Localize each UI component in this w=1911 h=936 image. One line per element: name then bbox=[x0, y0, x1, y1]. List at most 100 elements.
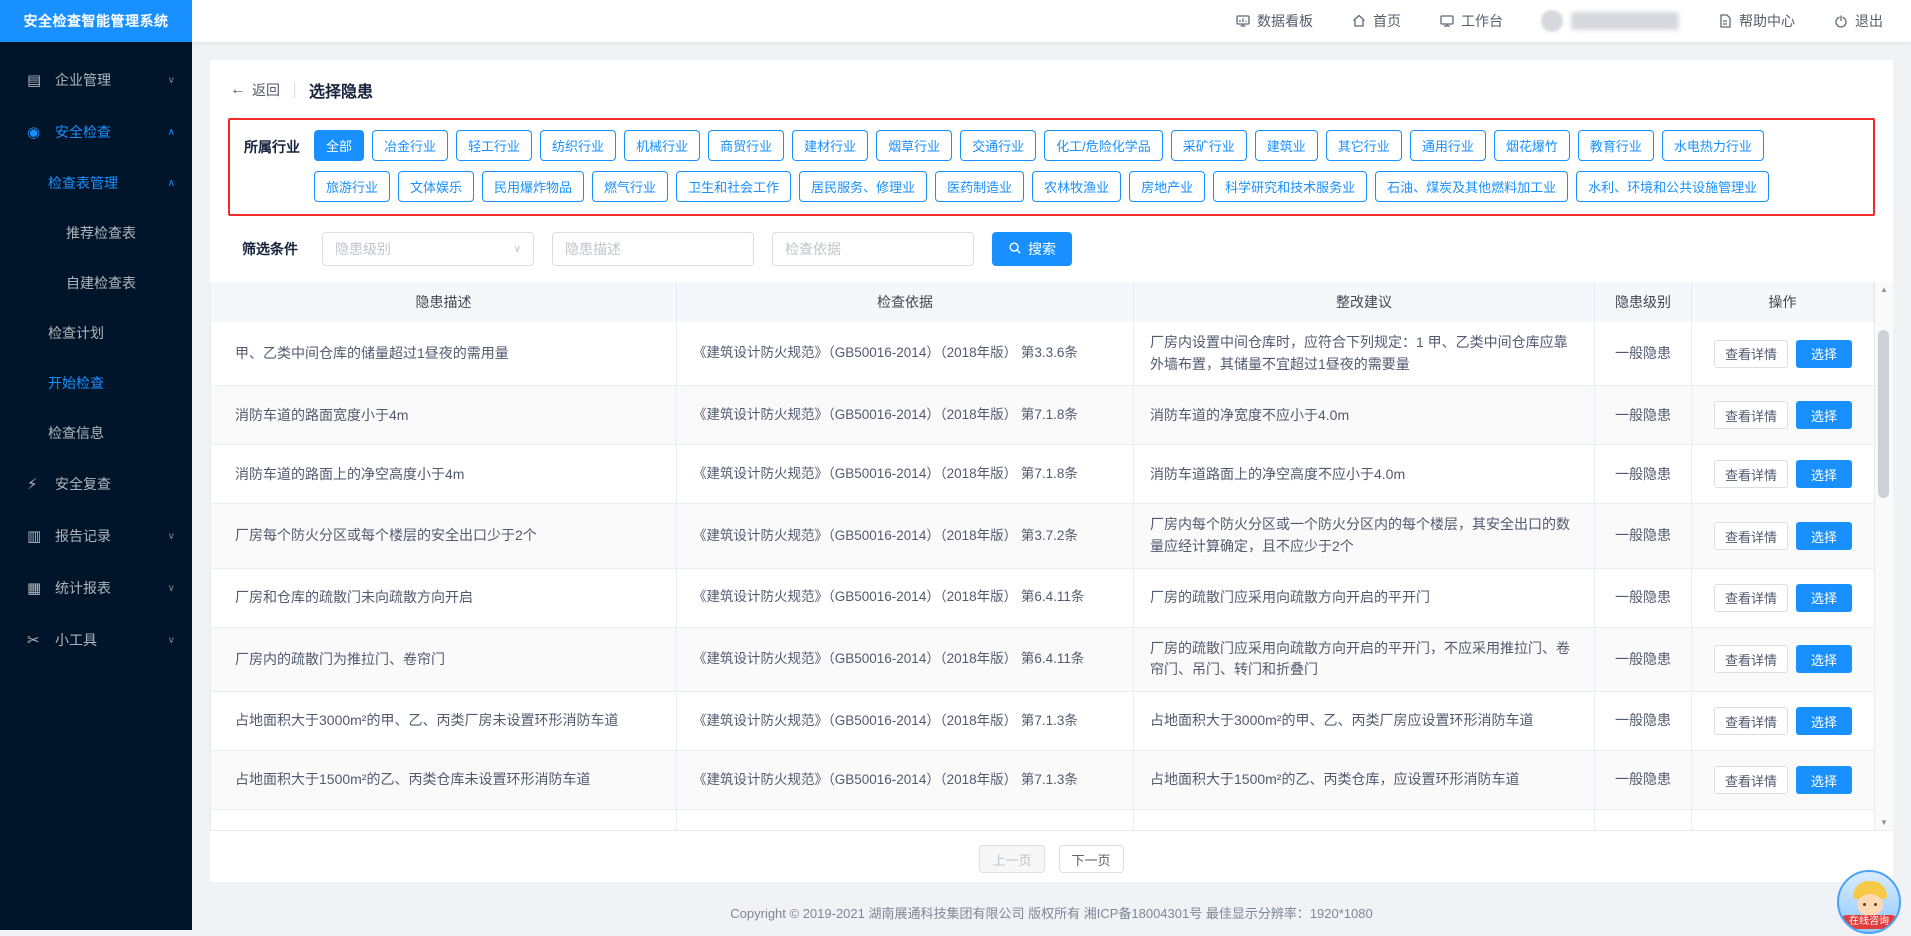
industry-button[interactable]: 旅游行业 bbox=[314, 171, 390, 202]
scroll-up-icon[interactable]: ▲ bbox=[1875, 285, 1893, 294]
industry-button[interactable]: 民用爆炸物品 bbox=[482, 171, 584, 202]
industry-button[interactable]: 交通行业 bbox=[960, 130, 1036, 161]
industry-button[interactable]: 化工/危险化学品 bbox=[1044, 130, 1163, 161]
cell-hazard-description: 厂房和仓库的疏散门未向疏散方向开启 bbox=[211, 569, 677, 627]
industry-button[interactable]: 全部 bbox=[314, 130, 364, 161]
select-button[interactable]: 选择 bbox=[1796, 522, 1852, 550]
industry-button[interactable]: 商贸行业 bbox=[708, 130, 784, 161]
industry-button[interactable]: 科学研究和技术服务业 bbox=[1213, 171, 1367, 202]
chevron-down-icon: ∨ bbox=[168, 635, 175, 646]
view-detail-button[interactable]: 查看详情 bbox=[1714, 460, 1788, 488]
dashboard-icon bbox=[1235, 13, 1251, 29]
cell-inspection-basis: 《建筑设计防火规范》（GB50016-2014）（2018年版） 第7.1.8条 bbox=[677, 386, 1134, 444]
help-center-link[interactable]: 帮助中心 bbox=[1717, 11, 1795, 31]
view-detail-button[interactable]: 查看详情 bbox=[1714, 340, 1788, 368]
industry-button[interactable]: 烟草行业 bbox=[876, 130, 952, 161]
view-detail-button[interactable]: 查看详情 bbox=[1714, 707, 1788, 735]
sidebar-item[interactable]: ▥报告记录∨ bbox=[0, 510, 192, 562]
industry-button[interactable]: 纺织行业 bbox=[540, 130, 616, 161]
user-name-redacted bbox=[1571, 12, 1679, 30]
inspection-basis-input[interactable] bbox=[772, 232, 974, 266]
select-button[interactable]: 选择 bbox=[1796, 766, 1852, 794]
scrollbar-handle[interactable] bbox=[1878, 330, 1889, 498]
sidebar-menu: ▤企业管理∨◉安全检查∧检查表管理∧推荐检查表自建检查表检查计划开始检查检查信息… bbox=[0, 54, 192, 666]
logout-link[interactable]: 退出 bbox=[1833, 11, 1883, 31]
industry-button[interactable]: 其它行业 bbox=[1326, 130, 1402, 161]
select-button[interactable]: 选择 bbox=[1796, 645, 1852, 673]
industry-button[interactable]: 通用行业 bbox=[1410, 130, 1486, 161]
select-button[interactable]: 选择 bbox=[1796, 707, 1852, 735]
industry-button[interactable]: 医药制造业 bbox=[935, 171, 1024, 202]
table-scrollbar[interactable]: ▲ ▼ bbox=[1874, 282, 1893, 830]
sidebar-item[interactable]: ⚡安全复查 bbox=[0, 458, 192, 510]
chevron-down-icon: ∨ bbox=[168, 75, 175, 86]
sidebar-item[interactable]: 开始检查 bbox=[0, 358, 192, 408]
select-button[interactable]: 选择 bbox=[1796, 584, 1852, 612]
industry-button[interactable]: 冶金行业 bbox=[372, 130, 448, 161]
cell-inspection-basis: 《建筑设计防火规范》（GB50016-2014）（2018年版） 第7.1.8条 bbox=[677, 445, 1134, 503]
select-button[interactable]: 选择 bbox=[1796, 401, 1852, 429]
back-button[interactable]: ← 返回 bbox=[230, 80, 280, 100]
online-support-widget[interactable]: 在线咨询 bbox=[1837, 870, 1903, 936]
hazard-level-select[interactable]: 隐患级别 ∨ bbox=[322, 232, 534, 266]
view-detail-button[interactable]: 查看详情 bbox=[1714, 522, 1788, 550]
view-detail-button[interactable]: 查看详情 bbox=[1714, 401, 1788, 429]
industry-button[interactable]: 建材行业 bbox=[792, 130, 868, 161]
industry-button[interactable]: 房地产业 bbox=[1129, 171, 1205, 202]
select-button[interactable]: 选择 bbox=[1796, 460, 1852, 488]
cell-hazard-level: 一般隐患 bbox=[1595, 692, 1692, 750]
app-logo: 安全检查智能管理系统 bbox=[0, 0, 192, 42]
filter-conditions-label: 筛选条件 bbox=[242, 239, 298, 259]
industry-button[interactable]: 烟花爆竹 bbox=[1494, 130, 1570, 161]
industry-button[interactable]: 教育行业 bbox=[1578, 130, 1654, 161]
industry-button[interactable]: 居民服务、修理业 bbox=[799, 171, 927, 202]
sidebar-item[interactable]: 检查信息 bbox=[0, 408, 192, 458]
inspection-icon: ◉ bbox=[27, 123, 48, 141]
industry-button[interactable]: 机械行业 bbox=[624, 130, 700, 161]
industry-button[interactable]: 卫生和社会工作 bbox=[676, 171, 791, 202]
prev-page-button[interactable]: 上一页 bbox=[979, 845, 1044, 873]
view-detail-button[interactable]: 查看详情 bbox=[1714, 645, 1788, 673]
breadcrumb-divider bbox=[294, 82, 295, 98]
industry-button[interactable]: 燃气行业 bbox=[592, 171, 668, 202]
industry-button[interactable]: 石油、煤炭及其他燃料加工业 bbox=[1375, 171, 1568, 202]
sidebar-item[interactable]: ▤企业管理∨ bbox=[0, 54, 192, 106]
cell-actions: 查看详情选择 bbox=[1692, 322, 1874, 385]
sidebar-item[interactable]: ▦统计报表∨ bbox=[0, 562, 192, 614]
industry-button[interactable]: 文体娱乐 bbox=[398, 171, 474, 202]
sidebar-item[interactable]: 检查计划 bbox=[0, 308, 192, 358]
industry-button[interactable]: 水电热力行业 bbox=[1662, 130, 1764, 161]
scroll-down-icon[interactable]: ▼ bbox=[1875, 818, 1893, 827]
search-button[interactable]: 搜索 bbox=[992, 232, 1072, 266]
logout-icon bbox=[1833, 13, 1849, 29]
industry-filter-label: 所属行业 bbox=[244, 137, 300, 157]
sidebar-item[interactable]: 检查表管理∧ bbox=[0, 158, 192, 208]
industry-button[interactable]: 建筑业 bbox=[1255, 130, 1318, 161]
data-dashboard-link[interactable]: 数据看板 bbox=[1235, 11, 1313, 31]
sidebar-item-label: 统计报表 bbox=[55, 578, 111, 598]
cell-hazard-description: 厂房每个防火分区或每个楼层的安全出口少于2个 bbox=[211, 504, 677, 567]
select-button[interactable]: 选择 bbox=[1796, 340, 1852, 368]
search-button-label: 搜索 bbox=[1028, 239, 1056, 259]
industry-button[interactable]: 采矿行业 bbox=[1171, 130, 1247, 161]
table-empty-row bbox=[211, 809, 1874, 830]
user-area[interactable] bbox=[1541, 10, 1679, 32]
view-detail-button[interactable]: 查看详情 bbox=[1714, 766, 1788, 794]
industry-row-1: 全部冶金行业轻工行业纺织行业机械行业商贸行业建材行业烟草行业交通行业化工/危险化… bbox=[314, 130, 1769, 161]
workbench-link[interactable]: 工作台 bbox=[1439, 11, 1503, 31]
sidebar-item[interactable]: 推荐检查表 bbox=[0, 208, 192, 258]
next-page-button[interactable]: 下一页 bbox=[1059, 845, 1124, 873]
table-row: 消防车道的路面上的净空高度小于4m《建筑设计防火规范》（GB50016-2014… bbox=[211, 444, 1874, 503]
hazard-description-input[interactable] bbox=[552, 232, 754, 266]
view-detail-button[interactable]: 查看详情 bbox=[1714, 584, 1788, 612]
industry-filter-annotation-box: 所属行业 全部冶金行业轻工行业纺织行业机械行业商贸行业建材行业烟草行业交通行业化… bbox=[228, 118, 1875, 216]
industry-button[interactable]: 农林牧渔业 bbox=[1032, 171, 1121, 202]
sidebar-item[interactable]: ◉安全检查∧ bbox=[0, 106, 192, 158]
industry-button[interactable]: 轻工行业 bbox=[456, 130, 532, 161]
sidebar-item-label: 报告记录 bbox=[55, 526, 111, 546]
home-link[interactable]: 首页 bbox=[1351, 11, 1401, 31]
sidebar-item[interactable]: 自建检查表 bbox=[0, 258, 192, 308]
sidebar-item[interactable]: ✂小工具∨ bbox=[0, 614, 192, 666]
table-row: 占地面积大于3000m²的甲、乙、丙类厂房未设置环形消防车道《建筑设计防火规范》… bbox=[211, 691, 1874, 750]
industry-button[interactable]: 水利、环境和公共设施管理业 bbox=[1576, 171, 1769, 202]
